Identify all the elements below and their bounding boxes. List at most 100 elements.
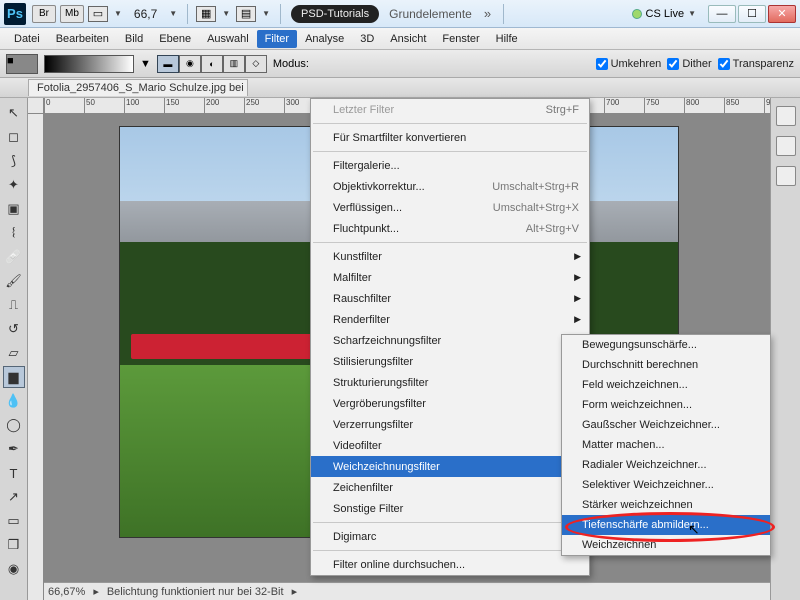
close-button[interactable]: ✕ — [768, 5, 796, 23]
transparency-checkbox[interactable]: Transparenz — [718, 58, 794, 70]
menu-item[interactable]: Videofilter▶ — [311, 435, 589, 456]
menu-item[interactable]: Filtergalerie... — [311, 155, 589, 176]
maximize-button[interactable]: ☐ — [738, 5, 766, 23]
wand-tool[interactable]: ✦ — [3, 174, 25, 196]
menu-item[interactable]: Verzerrungsfilter▶ — [311, 414, 589, 435]
submenu-item[interactable]: Selektiver Weichzeichner... — [562, 475, 770, 495]
dodge-tool[interactable]: ◯ — [3, 414, 25, 436]
submenu-item[interactable]: Gaußscher Weichzeichner... — [562, 415, 770, 435]
menu-item[interactable]: Fluchtpunkt...Alt+Strg+V — [311, 218, 589, 239]
reverse-checkbox[interactable]: Umkehren — [596, 58, 662, 70]
screenmode-button[interactable]: ▭ — [88, 6, 108, 22]
menu-item[interactable]: Vergröberungsfilter▶ — [311, 393, 589, 414]
submenu-item[interactable]: Weichzeichnen — [562, 535, 770, 555]
eraser-tool[interactable]: ▱ — [3, 342, 25, 364]
menu-item[interactable]: Sonstige Filter▶ — [311, 498, 589, 519]
radial-gradient-button[interactable]: ◉ — [179, 55, 201, 73]
submenu-item[interactable]: Form weichzeichnen... — [562, 395, 770, 415]
menu-datei[interactable]: Datei — [6, 30, 48, 48]
panel-icon[interactable] — [776, 136, 796, 156]
path-tool[interactable]: ↗ — [3, 486, 25, 508]
menu-hilfe[interactable]: Hilfe — [488, 30, 526, 48]
menu-ansicht[interactable]: Ansicht — [382, 30, 434, 48]
menu-item[interactable]: Stilisierungsfilter▶ — [311, 351, 589, 372]
submenu-item[interactable]: Feld weichzeichnen... — [562, 375, 770, 395]
dropdown-icon[interactable]: ▼ — [114, 9, 122, 18]
lasso-tool[interactable]: ⟆ — [3, 150, 25, 172]
menu-auswahl[interactable]: Auswahl — [199, 30, 257, 48]
menu-3d[interactable]: 3D — [352, 30, 382, 48]
dropdown-icon[interactable]: ▼ — [169, 9, 177, 18]
pen-tool[interactable]: ✒ — [3, 438, 25, 460]
menu-analyse[interactable]: Analyse — [297, 30, 352, 48]
tool-preset[interactable]: ■ — [6, 54, 38, 74]
zoom-label[interactable]: 66,7 — [134, 7, 157, 21]
menu-bearbeiten[interactable]: Bearbeiten — [48, 30, 117, 48]
menu-item[interactable]: Weichzeichnungsfilter▶ — [311, 456, 589, 477]
blur-tool[interactable]: 💧 — [3, 390, 25, 412]
submenu-item[interactable]: Durchschnitt berechnen — [562, 355, 770, 375]
menu-item[interactable]: Rauschfilter▶ — [311, 288, 589, 309]
dropdown-icon[interactable]: ▼ — [262, 9, 270, 18]
arrange-button[interactable]: ▦ — [196, 6, 216, 22]
submenu-item[interactable]: Matter machen... — [562, 435, 770, 455]
linear-gradient-button[interactable]: ▬ — [157, 55, 179, 73]
menu-fenster[interactable]: Fenster — [434, 30, 487, 48]
menu-item[interactable]: Filter online durchsuchen... — [311, 554, 589, 575]
gradient-tool[interactable]: ▆ — [3, 366, 25, 388]
menu-item[interactable]: Verflüssigen...Umschalt+Strg+X — [311, 197, 589, 218]
submenu-item[interactable]: Stärker weichzeichnen — [562, 495, 770, 515]
workspace-secondary[interactable]: Grundelemente — [389, 7, 472, 21]
minimize-button[interactable]: — — [708, 5, 736, 23]
status-zoom[interactable]: 66,67% — [48, 586, 85, 598]
menu-ebene[interactable]: Ebene — [151, 30, 199, 48]
dither-checkbox[interactable]: Dither — [667, 58, 711, 70]
menu-item[interactable]: Malfilter▶ — [311, 267, 589, 288]
menu-bild[interactable]: Bild — [117, 30, 151, 48]
chevrons-icon[interactable]: » — [484, 6, 491, 21]
minibridge-button[interactable]: Mb — [60, 5, 84, 23]
gradient-swatch[interactable] — [44, 55, 134, 73]
menu-item[interactable]: Für Smartfilter konvertieren — [311, 127, 589, 148]
dropdown-icon[interactable]: ▼ — [222, 9, 230, 18]
shape-tool[interactable]: ▭ — [3, 510, 25, 532]
submenu-item[interactable]: Tiefenschärfe abmildern... — [562, 515, 770, 535]
document-tab[interactable]: Fotolia_2957406_S_Mario Schulze.jpg bei … — [28, 79, 248, 96]
3d-tool[interactable]: ❒ — [3, 534, 25, 556]
menu-filter[interactable]: Filter — [257, 30, 297, 48]
submenu-item[interactable]: Radialer Weichzeichner... — [562, 455, 770, 475]
eyedropper-tool[interactable]: 𝄔 — [3, 222, 25, 244]
cslive-button[interactable]: CS Live ▼ — [632, 8, 700, 20]
camera-tool[interactable]: ◉ — [3, 558, 25, 580]
menu-item[interactable]: Objektivkorrektur...Umschalt+Strg+R — [311, 176, 589, 197]
panel-icon[interactable] — [776, 106, 796, 126]
marquee-tool[interactable]: ◻ — [3, 126, 25, 148]
workspace-pill[interactable]: PSD-Tutorials — [291, 5, 379, 23]
type-tool[interactable]: T — [3, 462, 25, 484]
menu-item[interactable]: Kunstfilter▶ — [311, 246, 589, 267]
bridge-button[interactable]: Br — [32, 5, 56, 23]
reflected-gradient-button[interactable]: ▥ — [223, 55, 245, 73]
extras-button[interactable]: ▤ — [236, 6, 256, 22]
menu-item[interactable]: Renderfilter▶ — [311, 309, 589, 330]
brush-tool[interactable]: 🖌 — [3, 270, 25, 292]
angle-gradient-button[interactable]: ◐ — [201, 55, 223, 73]
menu-item[interactable]: Scharfzeichnungsfilter▶ — [311, 330, 589, 351]
submenu-blur: Bewegungsunschärfe...Durchschnitt berech… — [561, 334, 771, 556]
submenu-item[interactable]: Bewegungsunschärfe... — [562, 335, 770, 355]
menu-filter: Letzter FilterStrg+F Für Smartfilter konv… — [310, 98, 590, 576]
move-tool[interactable]: ↖ — [3, 102, 25, 124]
menu-item[interactable]: Digimarc▶ — [311, 526, 589, 547]
dropdown-icon[interactable]: ▼ — [140, 58, 151, 70]
menu-item: Letzter FilterStrg+F — [311, 99, 589, 120]
right-panel-dock — [770, 98, 800, 600]
healing-tool[interactable]: 🩹 — [3, 246, 25, 268]
titlebar: Ps Br Mb ▭ ▼ 66,7 ▼ ▦ ▼ ▤ ▼ PSD-Tutorial… — [0, 0, 800, 28]
diamond-gradient-button[interactable]: ◇ — [245, 55, 267, 73]
history-brush-tool[interactable]: ↺ — [3, 318, 25, 340]
menu-item[interactable]: Strukturierungsfilter▶ — [311, 372, 589, 393]
crop-tool[interactable]: ▣ — [3, 198, 25, 220]
panel-icon[interactable] — [776, 166, 796, 186]
stamp-tool[interactable]: ⎍ — [3, 294, 25, 316]
menu-item[interactable]: Zeichenfilter▶ — [311, 477, 589, 498]
